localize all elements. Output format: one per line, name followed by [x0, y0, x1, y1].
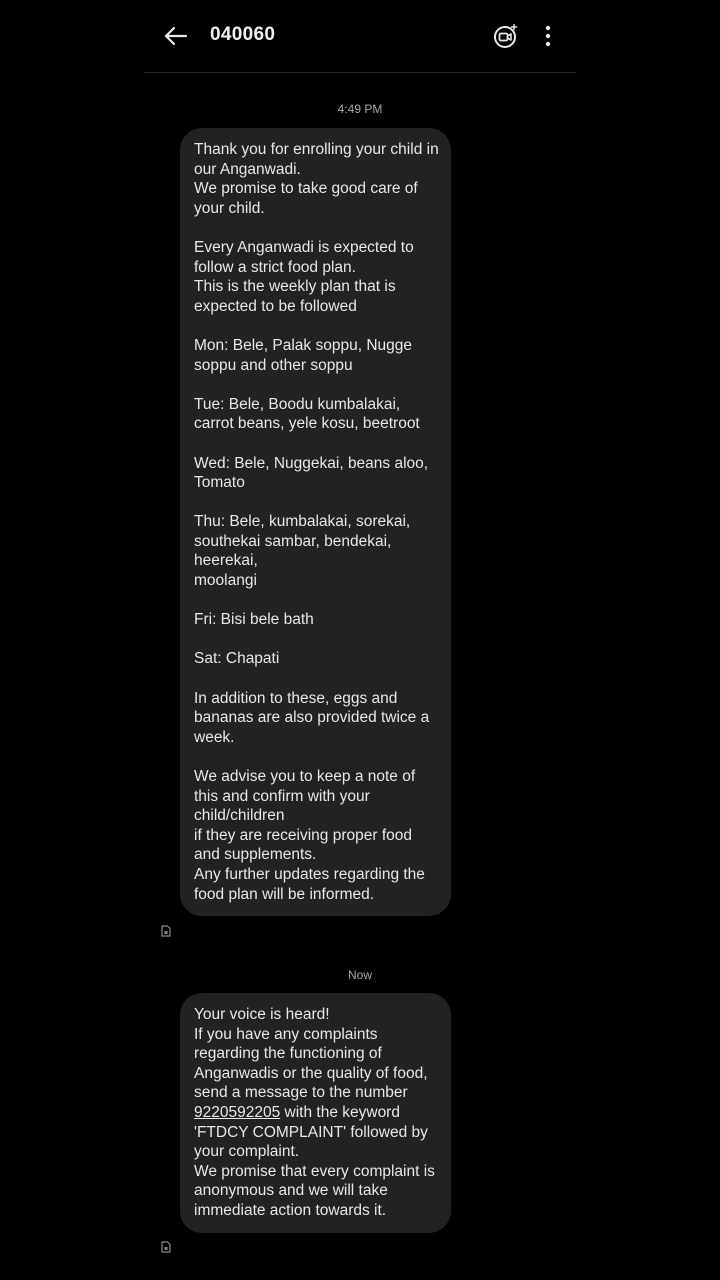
conversation-screen: 040060 4:49 PM Thank you for enrolling y… [144, 0, 576, 1280]
message-text: with the keyword 'FTDCY COMPLAINT' follo… [194, 1103, 435, 1219]
more-vert-icon[interactable] [540, 22, 556, 50]
sim-card-icon [161, 924, 171, 937]
phone-number-link[interactable]: 9220592205 [194, 1104, 280, 1121]
sim-card-icon [161, 1240, 171, 1253]
contact-title: 040060 [210, 24, 276, 45]
arrow-left-icon[interactable] [162, 22, 190, 50]
video-call-icon[interactable] [492, 22, 520, 50]
message-text: Your voice is heard! If you have any com… [194, 1006, 428, 1102]
message-bubble[interactable]: Thank you for enrolling your child in ou… [180, 128, 451, 917]
message-bubble[interactable]: Your voice is heard! If you have any com… [180, 993, 451, 1233]
message-timestamp: 4:49 PM [337, 102, 383, 116]
app-bar: 040060 [144, 0, 576, 73]
message-timestamp: Now [347, 968, 372, 982]
